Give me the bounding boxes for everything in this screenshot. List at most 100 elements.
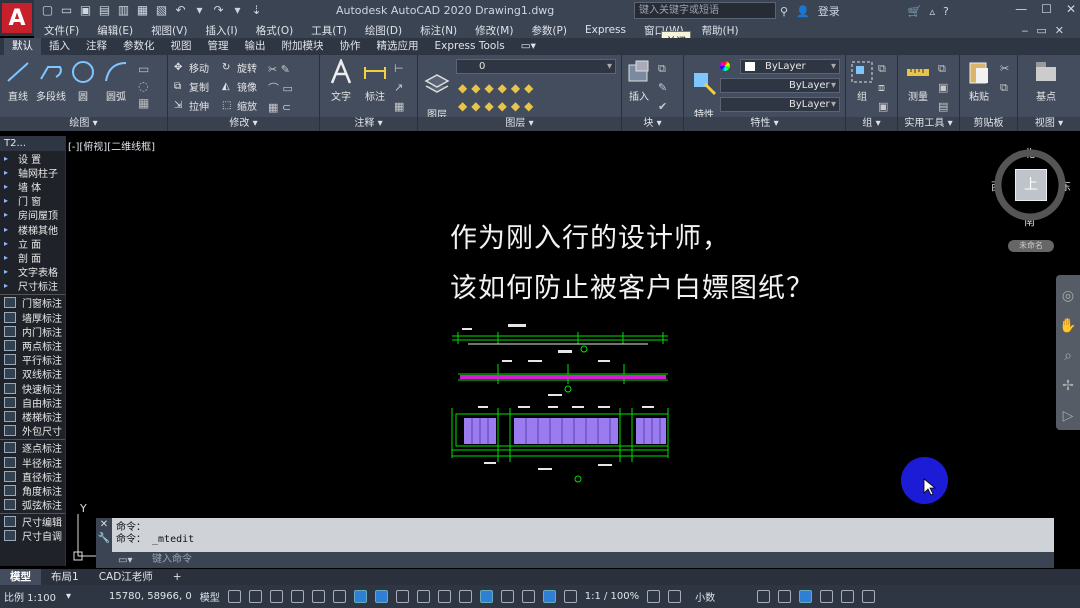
paste-button[interactable]: 粘贴: [964, 59, 994, 103]
3d-osnap-icon[interactable]: [458, 590, 472, 603]
utilities-more-icons[interactable]: ⧉ ▣ ▤: [938, 59, 948, 116]
lineweight-dropdown[interactable]: ByLayer: [720, 97, 840, 112]
ribbon-tab[interactable]: 插入: [41, 38, 78, 55]
palette-item[interactable]: 墙厚标注: [0, 310, 65, 325]
palette-item[interactable]: ▸ 房间屋顶: [0, 208, 65, 222]
modify-more-icons[interactable]: ✂ ✎ ⌒ ▭ ▦ ⊂: [268, 60, 316, 117]
isolate-objects-icon[interactable]: [799, 590, 813, 603]
polyline-button[interactable]: 多段线: [34, 59, 68, 103]
ribbon-tab[interactable]: 默认: [4, 38, 41, 55]
rotate-button[interactable]: ↻ 旋转: [222, 60, 257, 76]
wcs-menu[interactable]: 未命名: [1008, 240, 1054, 252]
viewport-label[interactable]: [-][俯视][二维线框]: [68, 138, 155, 153]
layers-panel-title[interactable]: 图层 ▾: [418, 117, 621, 131]
redo-dropdown-icon[interactable]: ▾: [230, 3, 245, 18]
arc-button[interactable]: 圆弧: [102, 59, 130, 103]
copy-button[interactable]: ⧉ 复制: [174, 79, 209, 95]
navbar-icons[interactable]: ◎ ✋ ⌕ ✢ ▷: [1056, 275, 1080, 431]
maximize-icon[interactable]: ☐: [1041, 2, 1052, 16]
ribbon-tab[interactable]: 附加模块: [274, 38, 332, 55]
layer-dropdown[interactable]: 0: [456, 59, 616, 74]
layout-tab[interactable]: 模型: [0, 569, 41, 585]
block-more-icons[interactable]: ⧉ ✎ ✔: [658, 59, 667, 116]
draw-more-icons[interactable]: ▭ ◌ ▦: [138, 61, 160, 111]
palette-item[interactable]: ▸ 墙 体: [0, 179, 65, 194]
close-icon[interactable]: ✕: [1066, 2, 1076, 16]
scale-readout[interactable]: 比例 1:100: [0, 589, 60, 604]
polar-icon[interactable]: [332, 590, 346, 603]
clean-screen-icon[interactable]: [841, 590, 855, 603]
line-button[interactable]: 直线: [4, 59, 32, 103]
annotation-monitor-icon[interactable]: [668, 590, 682, 603]
stretch-button[interactable]: ⇲ 拉伸: [174, 98, 209, 114]
layout-tab[interactable]: 布局1: [41, 569, 89, 585]
command-window-handle[interactable]: ✕ 🔧: [96, 518, 112, 568]
layer-tool-icons[interactable]: ◆◆◆◆◆◆ ◆◆◆◆◆◆: [458, 79, 537, 115]
insert-block-button[interactable]: 插入: [624, 59, 654, 103]
open-file-icon[interactable]: ▭: [59, 3, 74, 18]
search-input[interactable]: 键入关键字或短语: [634, 2, 776, 19]
palette-item[interactable]: 弧弦标注: [0, 498, 65, 512]
ribbon-tab[interactable]: 视图: [163, 38, 200, 55]
groups-panel-title[interactable]: 组 ▾: [846, 117, 897, 131]
menu-item[interactable]: 格式(O): [256, 23, 293, 38]
infer-icon[interactable]: [269, 590, 283, 603]
clipboard-panel-title[interactable]: 剪贴板: [960, 117, 1017, 131]
web-open-icon[interactable]: ▥: [116, 3, 131, 18]
ribbon-tab[interactable]: 协作: [332, 38, 369, 55]
a360-icon[interactable]: ▵: [929, 5, 935, 18]
group-button[interactable]: 组: [848, 59, 876, 103]
command-settings-icon[interactable]: 🔧: [96, 532, 112, 546]
menu-item[interactable]: 工具(T): [311, 23, 347, 38]
menu-item[interactable]: 标注(N): [420, 23, 457, 38]
login-button[interactable]: 登录: [818, 3, 840, 19]
menu-item[interactable]: 视图(V): [151, 23, 187, 38]
command-close-icon[interactable]: ✕: [96, 518, 112, 532]
lock-ui-icon[interactable]: [778, 590, 792, 603]
palette-item[interactable]: ▸ 轴网柱子: [0, 165, 65, 180]
palette-item[interactable]: 半径标注: [0, 455, 65, 470]
palette-item[interactable]: ▸ 门 窗: [0, 194, 65, 208]
palette-item[interactable]: 双线标注: [0, 367, 65, 381]
draw-panel-title[interactable]: 绘图 ▾: [0, 117, 167, 131]
palette-item[interactable]: ▸ 立 面: [0, 236, 65, 251]
selection-filter-icon[interactable]: [500, 590, 514, 603]
customization-icon[interactable]: [862, 590, 876, 603]
gizmo-icon[interactable]: [521, 590, 535, 603]
binoculars-icon[interactable]: ⚲: [780, 5, 788, 18]
palette-item[interactable]: 两点标注: [0, 338, 65, 353]
snap-icon[interactable]: [248, 590, 262, 603]
palette-item[interactable]: 门窗标注: [0, 296, 65, 310]
palette-item[interactable]: 内门标注: [0, 324, 65, 339]
add-layout-button[interactable]: +: [163, 569, 192, 585]
palette-item[interactable]: 角度标注: [0, 483, 65, 498]
menu-item[interactable]: 绘图(D): [365, 23, 402, 38]
undo-icon[interactable]: ↶: [173, 3, 188, 18]
clipboard-more-icons[interactable]: ✂ ⧉: [1000, 59, 1009, 97]
user-icon[interactable]: 👤: [796, 5, 810, 18]
ribbon-tab[interactable]: 注释: [78, 38, 115, 55]
base-view-button[interactable]: 基点: [1030, 59, 1062, 103]
ribbon-tab[interactable]: 输出: [237, 38, 274, 55]
palette-item[interactable]: ▸ 设 置: [0, 151, 65, 166]
color-dropdown[interactable]: ByLayer: [740, 59, 840, 74]
plot-icon[interactable]: ▧: [154, 3, 169, 18]
save-icon[interactable]: ▣: [78, 3, 93, 18]
dimension-button[interactable]: 标注: [360, 59, 390, 103]
dynamic-ucs-icon[interactable]: [479, 590, 493, 603]
grid-icon[interactable]: [227, 590, 241, 603]
modify-panel-title[interactable]: 修改 ▾: [168, 117, 319, 131]
command-input[interactable]: 键入命令: [112, 552, 1054, 568]
mirror-button[interactable]: ◭ 镜像: [222, 79, 257, 95]
annotation-visibility-icon[interactable]: [542, 590, 556, 603]
menu-item[interactable]: 修改(M): [475, 23, 513, 38]
doc-window-controls[interactable]: ‒▭✕: [1021, 24, 1072, 37]
layout-tab[interactable]: CAD江老师: [89, 569, 163, 585]
hardware-accel-icon[interactable]: [820, 590, 834, 603]
object-snap-icon[interactable]: [374, 590, 388, 603]
command-recent-icon[interactable]: ▭▾: [118, 555, 132, 566]
palette-item[interactable]: 尺寸编辑: [0, 515, 65, 529]
group-more-icons[interactable]: ⧉ ⧈ ▣: [878, 59, 888, 116]
palette-item[interactable]: 平行标注: [0, 353, 65, 367]
palette-item[interactable]: 直径标注: [0, 469, 65, 484]
